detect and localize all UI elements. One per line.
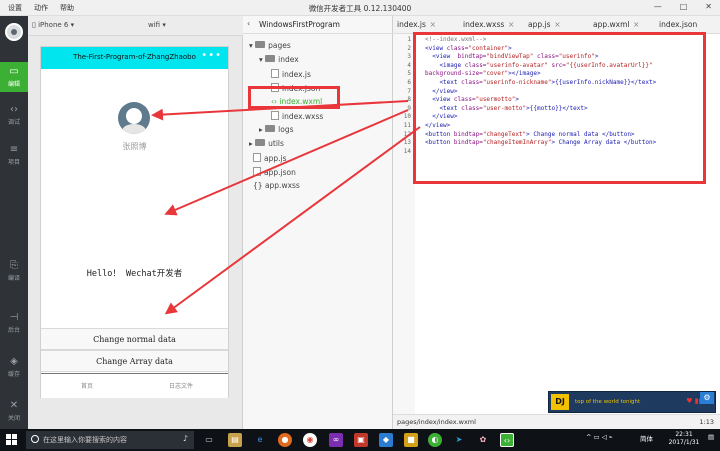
system-clock[interactable]: 22:31 2017/1/31 bbox=[664, 431, 704, 447]
task-view-icon[interactable]: ▭ bbox=[202, 433, 216, 447]
telegram-icon[interactable]: ➤ bbox=[452, 433, 466, 447]
cortana-icon bbox=[31, 435, 39, 443]
app-icon-yellow[interactable]: ■ bbox=[404, 433, 418, 447]
app-icon-blue[interactable]: ◆ bbox=[379, 433, 393, 447]
tray-icons[interactable]: ^ ▭ ◁ ⌁ bbox=[586, 433, 613, 441]
language-indicator[interactable]: 简体 bbox=[640, 433, 653, 443]
visual-studio-icon[interactable]: ∞ bbox=[329, 433, 343, 447]
wechat-devtools-icon[interactable]: ‹› bbox=[500, 433, 514, 447]
firefox-icon[interactable]: ● bbox=[278, 433, 292, 447]
taskbar: 在这里输入你要搜索的内容 ♪ ▭ ▤ e ● ◉ ∞ ▣ ◆ ■ ◐ ➤ ✿ ‹… bbox=[0, 429, 720, 451]
windows-start-icon[interactable] bbox=[6, 434, 18, 446]
chrome-icon[interactable]: ◉ bbox=[303, 433, 317, 447]
annotation-arrows bbox=[151, 100, 421, 315]
taskbar-search[interactable]: 在这里输入你要搜索的内容 ♪ bbox=[26, 431, 194, 449]
microphone-icon[interactable]: ♪ bbox=[183, 434, 188, 443]
wechat-icon[interactable]: ◐ bbox=[428, 433, 442, 447]
search-placeholder: 在这里输入你要搜索的内容 bbox=[43, 436, 127, 444]
arrow-to-avatar bbox=[151, 100, 409, 121]
edge-icon[interactable]: e bbox=[253, 433, 267, 447]
arrow-to-buttons bbox=[164, 126, 421, 315]
notifications-icon[interactable]: ▤ bbox=[708, 433, 714, 441]
file-explorer-icon[interactable]: ▤ bbox=[228, 433, 242, 447]
app-icon-pink[interactable]: ✿ bbox=[476, 433, 490, 447]
app-icon-red[interactable]: ▣ bbox=[354, 433, 368, 447]
